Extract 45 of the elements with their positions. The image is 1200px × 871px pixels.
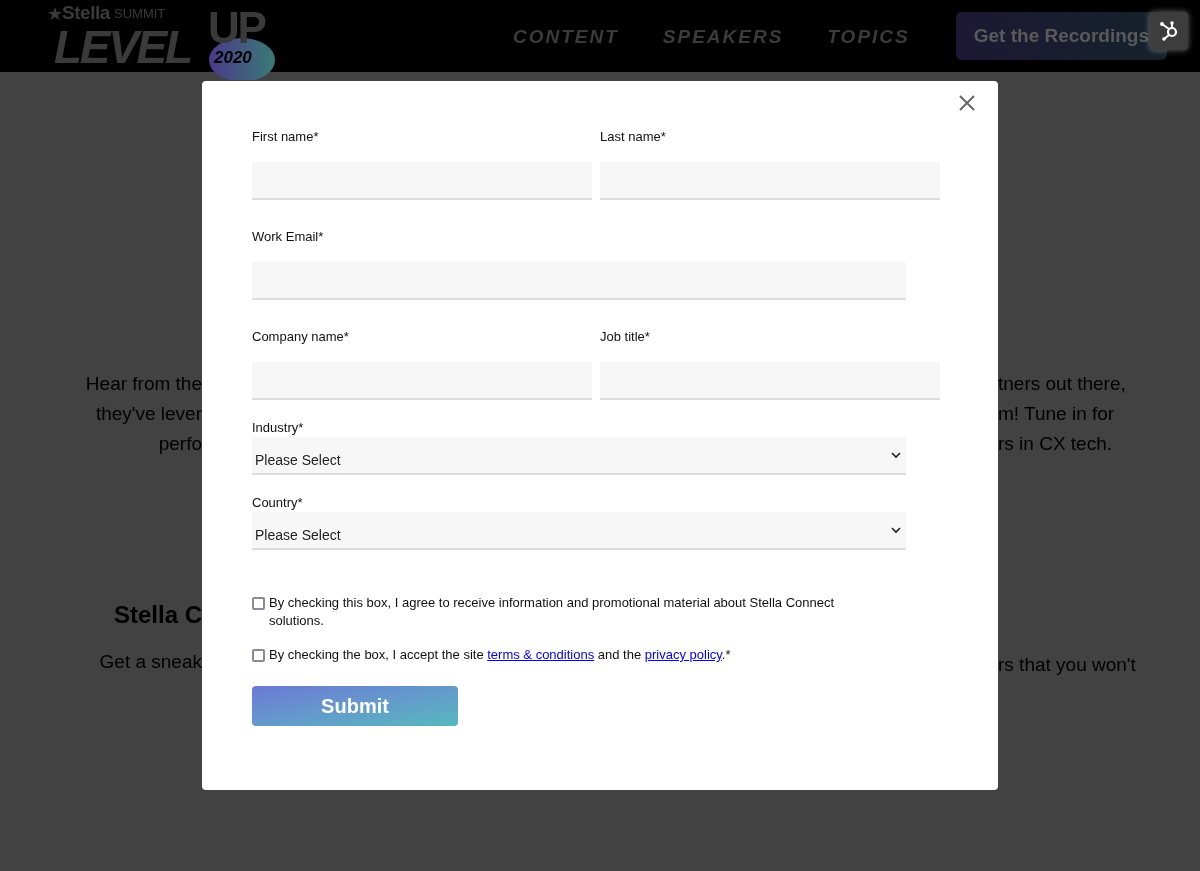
nav-link[interactable]: SPEAKERS (662, 22, 784, 52)
field-label: Work Email* (252, 229, 325, 245)
link[interactable]: privacy policy (644, 647, 722, 662)
get-recordings-button[interactable]: Get the Recordings (955, 12, 1167, 60)
nav-link[interactable]: TOPICS (827, 22, 910, 52)
paragraph-fragment: Hear from the (85, 372, 202, 396)
close-icon[interactable] (958, 94, 976, 112)
field-label: Company name* (252, 329, 350, 345)
select-field[interactable]: Please Select (252, 512, 906, 550)
nav-link[interactable]: CONTENT (513, 22, 619, 52)
hub-icon (1158, 20, 1180, 42)
consent-text: By checking the box, I accept the site terms & conditions and the privacy policy.* (269, 646, 731, 664)
paragraph-fragment: perfo (158, 432, 202, 456)
logo-title: UP (208, 6, 265, 50)
link[interactable]: terms & conditions (487, 647, 595, 662)
paragraph-fragment: m! Tune in for (998, 402, 1115, 426)
field-label: First name* (252, 129, 320, 145)
consent-text: By checking this box, I agree to receive information and promotional material about Stella Connect solutions. (269, 594, 836, 630)
section-heading: Stella C (113, 600, 202, 630)
paragraph-fragment: tners out there, (998, 372, 1126, 396)
submit-button[interactable]: Submit (252, 686, 458, 726)
field-label: Job title* (600, 329, 651, 345)
logo-subtitle: SUMMIT (114, 7, 166, 20)
checkbox[interactable] (252, 649, 265, 662)
field-label: Industry* (252, 420, 305, 436)
star-icon (48, 7, 62, 21)
input-field[interactable] (252, 162, 592, 200)
field-label: Country* (252, 495, 304, 511)
checkbox[interactable] (252, 597, 265, 610)
input-field[interactable] (600, 162, 940, 200)
paragraph-fragment: rs that you won't (998, 653, 1137, 677)
paragraph-fragment: they've lever (95, 402, 202, 426)
select-field[interactable]: Please Select (252, 437, 906, 475)
paragraph-fragment: rs in CX tech. (998, 432, 1113, 456)
chevron-down-icon (891, 451, 901, 459)
input-field[interactable] (600, 362, 940, 400)
logo-year: 2020 (214, 49, 252, 66)
field-label: Last name* (600, 129, 667, 145)
input-field[interactable] (252, 362, 592, 400)
hubspot-button[interactable] (1150, 12, 1188, 50)
paragraph-fragment: Get a sneak (99, 650, 202, 674)
brand-name: Stella (62, 3, 110, 22)
chevron-down-icon (891, 526, 901, 534)
input-field[interactable] (252, 262, 906, 300)
logo-title: LEVEL (54, 24, 191, 70)
